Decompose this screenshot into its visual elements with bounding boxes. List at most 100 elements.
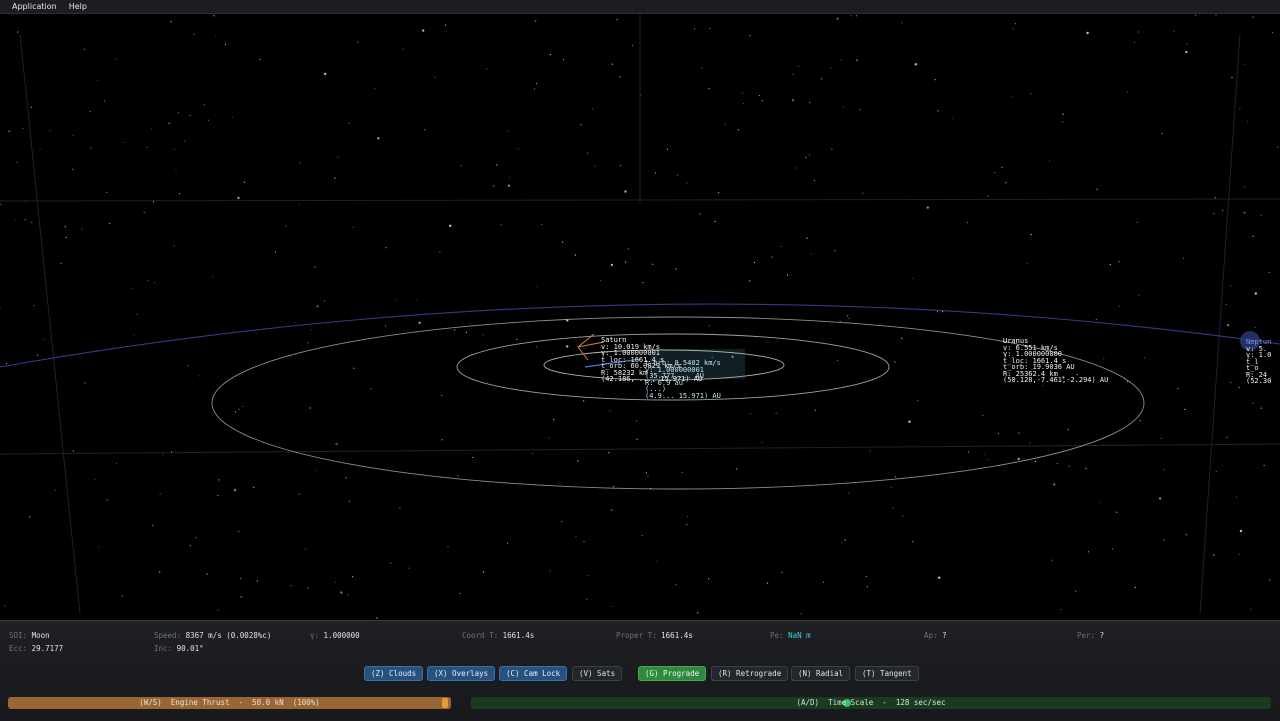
star bbox=[894, 476, 897, 478]
menu-help[interactable]: Help bbox=[63, 0, 93, 11]
star bbox=[749, 35, 751, 37]
toggle-sats-button[interactable]: (V) Sats bbox=[572, 666, 623, 681]
star bbox=[29, 516, 31, 518]
star bbox=[847, 492, 850, 494]
star bbox=[586, 152, 589, 154]
star bbox=[610, 263, 614, 267]
star bbox=[238, 531, 240, 533]
star bbox=[507, 542, 509, 544]
star bbox=[1231, 76, 1233, 78]
star bbox=[0, 308, 1, 310]
uranus-label[interactable]: Uranus v: 6.551 km/s γ: 1.000000000 t_loc: … bbox=[1003, 324, 1108, 398]
star bbox=[136, 313, 138, 315]
star bbox=[1029, 442, 1031, 444]
star bbox=[215, 36, 217, 38]
neptune-label[interactable]: Neptun v: 5. γ: 1.0 t_l t_o R: 24 (52.30 bbox=[1246, 325, 1271, 399]
star bbox=[912, 277, 914, 279]
star bbox=[1086, 31, 1089, 35]
menu-application[interactable]: Application bbox=[0, 0, 63, 11]
star bbox=[750, 413, 752, 415]
star bbox=[434, 76, 436, 78]
star bbox=[1099, 501, 1102, 503]
star bbox=[1158, 497, 1162, 500]
star bbox=[500, 224, 502, 226]
star bbox=[493, 185, 495, 187]
retrograde-button[interactable]: (R) Retrograde bbox=[711, 666, 789, 681]
inner-cluster-label[interactable]: t_orb: 9.5402 km/s γ: 1.000000001 (35.777,… bbox=[645, 346, 721, 413]
star bbox=[439, 251, 441, 253]
coord-time-readout: Coord T: 1661.4s bbox=[462, 631, 535, 640]
star bbox=[1254, 292, 1258, 295]
gamma-readout: γ: 1.000000 bbox=[310, 631, 360, 640]
scene-canvas[interactable] bbox=[0, 14, 1280, 619]
toggle-cam-lock-button[interactable]: (C) Cam Lock bbox=[499, 666, 568, 681]
time-scale-slider[interactable]: (A/D) Time Scale - 128 sec/sec bbox=[471, 697, 1271, 709]
star bbox=[810, 253, 812, 255]
star bbox=[307, 587, 309, 589]
star bbox=[655, 172, 657, 174]
star bbox=[1118, 305, 1120, 307]
star bbox=[49, 130, 51, 132]
star bbox=[693, 28, 696, 30]
star bbox=[445, 24, 447, 26]
star bbox=[131, 287, 133, 289]
star bbox=[507, 184, 511, 187]
star bbox=[64, 226, 66, 228]
star bbox=[72, 450, 74, 452]
star bbox=[1005, 182, 1007, 184]
star bbox=[377, 137, 380, 140]
star bbox=[562, 59, 565, 61]
radial-button[interactable]: (N) Radial bbox=[791, 666, 851, 681]
star bbox=[1017, 457, 1020, 461]
star bbox=[472, 456, 474, 459]
star bbox=[483, 571, 485, 573]
toggle-clouds-button[interactable]: (Z) Clouds bbox=[364, 666, 424, 681]
star bbox=[625, 261, 627, 263]
star bbox=[831, 148, 833, 150]
star bbox=[1118, 261, 1120, 263]
star bbox=[666, 148, 669, 150]
star bbox=[115, 58, 117, 60]
star bbox=[1215, 470, 1217, 473]
reference-grid bbox=[0, 14, 1280, 615]
star bbox=[39, 148, 41, 150]
star bbox=[836, 359, 839, 361]
star bbox=[1060, 609, 1062, 611]
thrust-label: (W/S) Engine Thrust - 50.0 kN (100%) bbox=[139, 698, 320, 707]
star bbox=[1260, 214, 1262, 216]
star bbox=[856, 59, 858, 61]
star bbox=[217, 495, 219, 497]
star bbox=[850, 15, 853, 17]
star bbox=[1244, 63, 1246, 65]
star bbox=[967, 451, 970, 453]
star bbox=[457, 475, 459, 477]
star bbox=[1244, 186, 1246, 188]
star bbox=[1051, 559, 1053, 561]
star bbox=[848, 317, 850, 319]
prograde-button[interactable]: (G) Prograde bbox=[638, 666, 707, 681]
star bbox=[441, 439, 443, 441]
star bbox=[743, 103, 745, 105]
inc-readout: Inc: 90.01° bbox=[154, 644, 204, 653]
star bbox=[1116, 511, 1118, 513]
star bbox=[829, 391, 831, 393]
star bbox=[352, 226, 354, 228]
star bbox=[642, 282, 644, 284]
star bbox=[841, 542, 843, 544]
star bbox=[1243, 211, 1246, 214]
engine-thrust-slider[interactable]: (W/S) Engine Thrust - 50.0 kN (100%) bbox=[8, 697, 451, 709]
star bbox=[796, 167, 798, 169]
star bbox=[549, 570, 551, 572]
star bbox=[938, 576, 941, 579]
space-viewport[interactable]: Saturn v: 10.019 km/s γ: 1.000000001 t_loc:… bbox=[0, 14, 1280, 619]
star bbox=[1227, 324, 1230, 327]
soi-readout: SOI: Moon bbox=[9, 631, 50, 640]
star bbox=[33, 305, 35, 307]
star bbox=[189, 114, 191, 116]
star bbox=[357, 41, 359, 43]
tangent-button[interactable]: (T) Tangent bbox=[855, 666, 919, 681]
star bbox=[686, 516, 689, 518]
star bbox=[1213, 554, 1215, 556]
star bbox=[1163, 469, 1165, 471]
toggle-overlays-button[interactable]: (X) Overlays bbox=[427, 666, 496, 681]
